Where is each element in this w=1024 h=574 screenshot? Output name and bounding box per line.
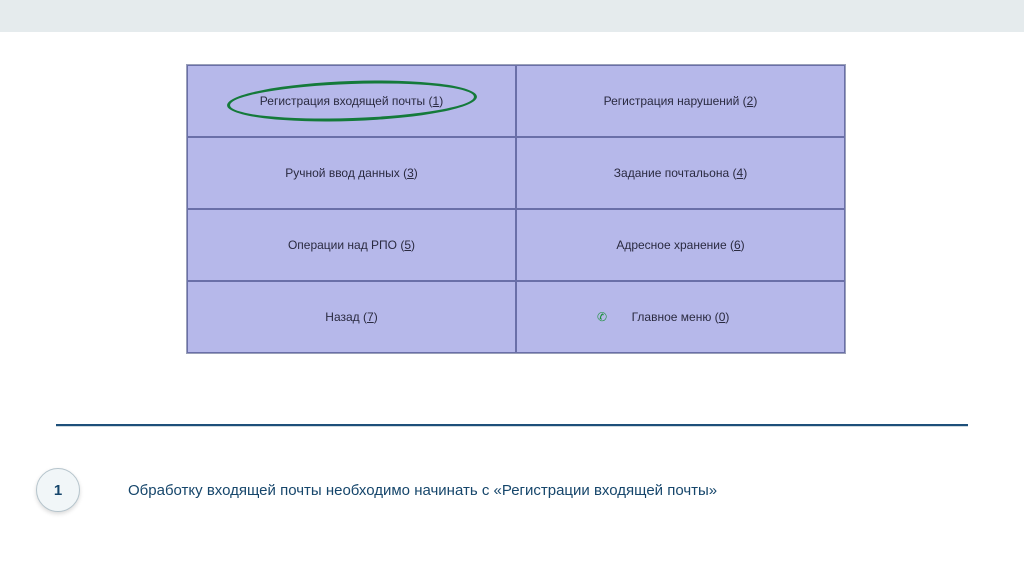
menu-item-main-menu[interactable]: ✆ Главное меню (0): [516, 281, 845, 353]
menu-item-rpo-ops[interactable]: Операции над РПО (5): [187, 209, 516, 281]
menu-label: Назад (7): [325, 310, 377, 324]
menu-label: Регистрация входящей почты (1): [260, 94, 443, 108]
menu-item-back[interactable]: Назад (7): [187, 281, 516, 353]
menu-label: Операции над РПО (5): [288, 238, 415, 252]
step-instruction-text: Обработку входящей почты необходимо начи…: [128, 482, 717, 499]
menu-label: Адресное хранение (6): [616, 238, 744, 252]
menu-label: Ручной ввод данных (3): [285, 166, 418, 180]
menu-row: Ручной ввод данных (3) Задание почтальон…: [187, 137, 845, 209]
menu-row: Назад (7) ✆ Главное меню (0): [187, 281, 845, 353]
menu-label: Регистрация нарушений (2): [604, 94, 758, 108]
menu-item-violations[interactable]: Регистрация нарушений (2): [516, 65, 845, 137]
menu-label: Главное меню (0): [632, 310, 730, 324]
menu-row: Операции над РПО (5) Адресное хранение (…: [187, 209, 845, 281]
header-band: [0, 0, 1024, 32]
menu-label: Задание почтальона (4): [614, 166, 747, 180]
phone-icon: ✆: [597, 310, 607, 324]
menu-item-incoming-mail[interactable]: Регистрация входящей почты (1): [187, 65, 516, 137]
section-divider: [56, 424, 968, 426]
step-number-badge: 1: [36, 468, 80, 512]
menu-item-manual-input[interactable]: Ручной ввод данных (3): [187, 137, 516, 209]
menu-item-postman-task[interactable]: Задание почтальона (4): [516, 137, 845, 209]
menu-grid: Регистрация входящей почты (1) Регистрац…: [186, 64, 846, 354]
menu-item-address-storage[interactable]: Адресное хранение (6): [516, 209, 845, 281]
menu-row: Регистрация входящей почты (1) Регистрац…: [187, 65, 845, 137]
step-area: 1 Обработку входящей почты необходимо на…: [36, 468, 968, 512]
